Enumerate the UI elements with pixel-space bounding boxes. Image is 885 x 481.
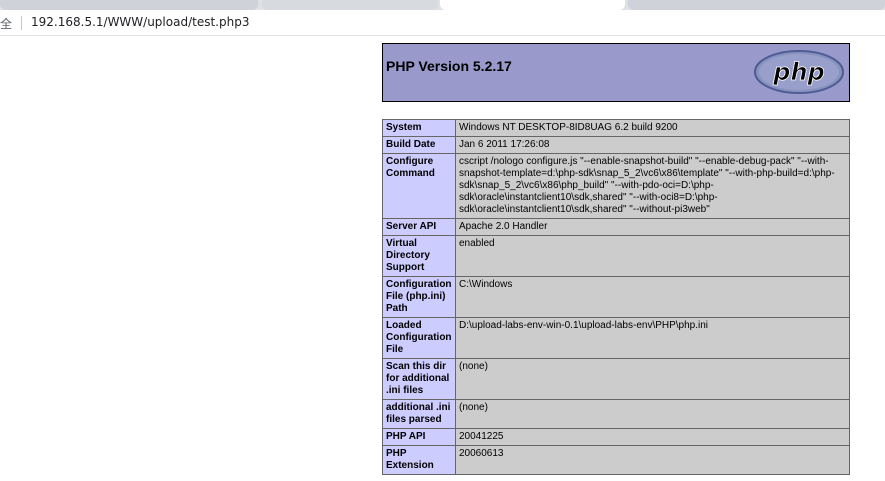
table-key-cell: Server API	[382, 218, 456, 236]
browser-tab[interactable]	[0, 0, 258, 10]
table-key-cell: Configure Command	[382, 153, 456, 219]
table-value-cell: C:\Windows	[455, 276, 850, 318]
table-value-cell: 20041225	[455, 428, 850, 446]
table-row: additional .ini files parsed (none)	[382, 399, 850, 429]
browser-tab-active[interactable]	[440, 0, 625, 10]
table-row: Loaded Configuration File D:\upload-labs-…	[382, 317, 850, 359]
table-value-cell: cscript /nologo configure.js "--enable-s…	[455, 153, 850, 219]
table-key-cell: Scan this dir for additional .ini files	[382, 358, 456, 400]
table-value-cell: D:\upload-labs-env-win-0.1\upload-labs-e…	[455, 317, 850, 359]
browser-tab[interactable]	[628, 0, 885, 10]
table-row: Virtual Directory Support enabled	[382, 235, 850, 277]
table-key-cell: Configuration File (php.ini) Path	[382, 276, 456, 318]
php-logo-text: php	[772, 58, 824, 86]
php-logo-icon: php	[754, 50, 844, 94]
address-bar[interactable]: 全 192.168.5.1/WWW/upload/test.php3	[0, 10, 885, 36]
table-value-cell: (none)	[455, 399, 850, 429]
browser-tab-bar	[0, 0, 885, 10]
page-content: PHP Version 5.2.17 php System Windows NT …	[0, 36, 885, 481]
table-value-cell: (none)	[455, 358, 850, 400]
php-version-title: PHP Version 5.2.17	[386, 58, 512, 74]
table-row: PHP API 20041225	[382, 428, 850, 446]
table-value-cell: Apache 2.0 Handler	[455, 218, 850, 236]
table-key-cell: PHP API	[382, 428, 456, 446]
table-row: Configuration File (php.ini) Path C:\Wind…	[382, 276, 850, 318]
table-key-cell: Build Date	[382, 136, 456, 154]
table-value-cell: Windows NT DESKTOP-8ID8UAG 6.2 build 920…	[455, 119, 850, 137]
table-value-cell: enabled	[455, 235, 850, 277]
table-row: System Windows NT DESKTOP-8ID8UAG 6.2 bui…	[382, 119, 850, 137]
table-key-cell: additional .ini files parsed	[382, 399, 456, 429]
address-separator	[21, 16, 22, 30]
table-row: Scan this dir for additional .ini files(…	[382, 358, 850, 400]
table-row: Configure Command cscript /nologo configu…	[382, 153, 850, 219]
table-key-cell: Loaded Configuration File	[382, 317, 456, 359]
table-value-cell: Jan 6 2011 17:26:08	[455, 136, 850, 154]
table-key-cell: System	[382, 119, 456, 137]
security-indicator[interactable]: 全	[0, 15, 12, 32]
table-row: Server API Apache 2.0 Handler	[382, 218, 850, 236]
phpinfo-header: PHP Version 5.2.17 php	[382, 43, 850, 102]
table-key-cell: Virtual Directory Support	[382, 235, 456, 277]
table-row: PHP Extension 20060613	[382, 445, 850, 475]
table-value-cell: 20060613	[455, 445, 850, 475]
browser-tab[interactable]	[262, 0, 438, 10]
table-key-cell: PHP Extension	[382, 445, 456, 475]
url-text[interactable]: 192.168.5.1/WWW/upload/test.php3	[31, 15, 249, 29]
table-row: Build Date Jan 6 2011 17:26:08	[382, 136, 850, 154]
phpinfo-table: System Windows NT DESKTOP-8ID8UAG 6.2 bui…	[382, 119, 850, 475]
